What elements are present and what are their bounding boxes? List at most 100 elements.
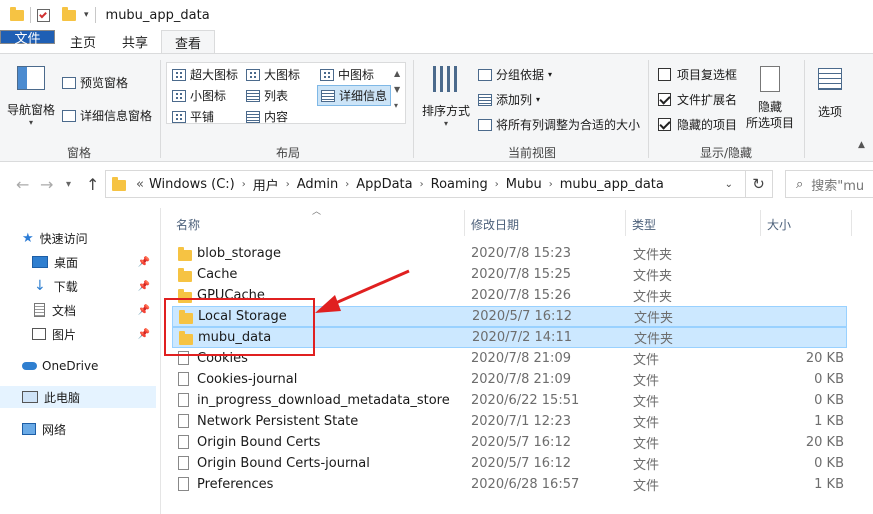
file-name: Cookies-journal [197,372,298,387]
options-button[interactable]: 选项 [810,64,850,129]
file-row-in-progress-download[interactable]: in_progress_download_metadata_store 2020… [172,390,847,411]
file-row-cookies-journal[interactable]: Cookies-journal 2020/7/8 21:09 文件 0 KB [172,369,847,390]
collapse-ribbon-icon[interactable]: ▲ [858,140,865,150]
refresh-button[interactable]: ↻ [745,170,773,198]
group-by-button[interactable]: 分组依据 ▾ [478,66,552,83]
tiles-icon [172,110,186,123]
properties-icon[interactable] [37,8,50,22]
folder-row-blob-storage[interactable]: blob_storage 2020/7/8 15:23 文件夹 [172,243,847,264]
layout-label: 小图标 [190,89,227,103]
address-dropdown-icon[interactable]: ⌄ [725,179,733,190]
forward-button[interactable]: → [40,175,53,194]
pin-icon[interactable]: 📌 [138,281,150,292]
item-checkboxes-toggle[interactable]: 项目复选框 [658,66,737,83]
tab-file[interactable]: 文件 [0,30,55,47]
column-name[interactable]: 名称 [176,216,200,233]
nav-this-pc[interactable]: 此电脑 [0,386,156,408]
file-row-origin-bound-certs[interactable]: Origin Bound Certs 2020/5/7 16:12 文件 20 … [172,432,847,453]
file-name: in_progress_download_metadata_store [197,393,450,408]
chevron-right-icon[interactable]: › [420,179,424,190]
layout-large-icons[interactable]: 大图标 [246,66,300,83]
file-row-preferences[interactable]: Preferences 2020/6/28 16:57 文件 1 KB [172,474,847,495]
nav-pane-button[interactable]: 导航窗格 ▾ [6,64,56,129]
cloud-icon [22,362,37,370]
nav-onedrive[interactable]: OneDrive [0,355,156,377]
hide-selected-button[interactable]: 隐藏 所选项目 [742,64,798,134]
column-date[interactable]: 修改日期 [471,216,519,233]
nav-documents[interactable]: 文档 📌 [0,299,156,321]
chevron-right-icon[interactable]: › [549,179,553,190]
item-checkboxes-label: 项目复选框 [677,68,738,82]
nav-network[interactable]: 网络 [0,418,156,440]
folder-icon [112,177,126,191]
layout-medium-icons[interactable]: 中图标 [320,66,374,83]
tab-view[interactable]: 查看 [161,30,216,53]
fit-columns-button[interactable]: 将所有列调整为合适的大小 [478,116,640,133]
hidden-items-checkbox[interactable] [658,118,671,131]
layout-details[interactable]: 详细信息 [317,85,392,106]
breadcrumb-drive[interactable]: Windows (C:) [149,177,235,192]
chevron-right-icon[interactable]: › [242,179,246,190]
chevron-right-icon[interactable]: › [345,179,349,190]
file-date: 2020/6/22 15:51 [471,393,580,408]
column-type[interactable]: 类型 [632,216,656,233]
file-row-origin-bound-certs-journal[interactable]: Origin Bound Certs-journal 2020/5/7 16:1… [172,453,847,474]
file-date: 2020/7/8 15:25 [471,267,571,282]
up-button[interactable]: ↑ [86,175,99,194]
nav-desktop[interactable]: 桌面 📌 [0,251,156,273]
breadcrumb-users[interactable]: 用户 [253,175,279,194]
details-pane-button[interactable]: 详细信息窗格 [62,107,152,124]
nav-pictures[interactable]: 图片 📌 [0,323,156,345]
sort-by-label: 排序方式 [421,104,470,118]
search-box[interactable]: ⌕ 搜索"mu [785,170,873,198]
folder-icon [10,6,24,21]
breadcrumb-mubu[interactable]: Mubu [506,177,542,192]
divider[interactable] [625,210,626,236]
divider[interactable] [851,210,852,236]
breadcrumb-roaming[interactable]: Roaming [431,177,488,192]
nav-downloads[interactable]: ↓ 下载 📌 [0,275,156,297]
breadcrumb-admin[interactable]: Admin [297,177,338,192]
divider[interactable] [464,210,465,236]
preview-pane-button[interactable]: 预览窗格 [62,74,128,91]
address-bar[interactable]: « Windows (C:) › 用户 › Admin › AppData › … [105,170,746,198]
pin-icon[interactable]: 📌 [138,257,150,268]
file-size: 20 KB [805,435,844,450]
layout-tiles[interactable]: 平铺 [172,108,214,125]
breadcrumb-mubu-app-data[interactable]: mubu_app_data [560,177,664,192]
layout-list[interactable]: 列表 [246,87,288,104]
overflow-chevron[interactable]: « [136,177,144,192]
pin-icon[interactable]: 📌 [138,329,150,340]
layout-extra-large-icons[interactable]: 超大图标 [172,66,238,83]
recent-locations-button[interactable]: ▾ [66,179,71,190]
breadcrumb-appdata[interactable]: AppData [356,177,412,192]
divider[interactable] [760,210,761,236]
pin-icon[interactable]: 📌 [138,305,150,316]
layout-scroll[interactable]: ▲ ▼ ▾ [394,66,400,114]
group-label-panes: 窗格 [67,146,92,160]
nav-quick-access[interactable]: ★ 快速访问 [0,227,156,249]
chevron-right-icon[interactable]: › [495,179,499,190]
back-button[interactable]: ← [16,175,29,194]
folder-row-cache[interactable]: Cache 2020/7/8 15:25 文件夹 [172,264,847,285]
folder-icon [178,247,192,261]
column-size[interactable]: 大小 [767,216,791,233]
chevron-right-icon[interactable]: › [286,179,290,190]
sort-by-button[interactable]: 排序方式 ▾ [420,64,472,129]
layout-content[interactable]: 内容 [246,108,288,125]
add-column-button[interactable]: 添加列 ▾ [478,91,540,108]
new-folder-icon[interactable] [62,6,76,21]
customize-qa-icon[interactable]: ▾ [84,10,89,20]
tab-share[interactable]: 共享 [109,30,161,53]
file-extensions-toggle[interactable]: 文件扩展名 [658,91,737,108]
file-row-network-persistent-state[interactable]: Network Persistent State 2020/7/1 12:23 … [172,411,847,432]
item-checkboxes-checkbox[interactable] [658,68,671,81]
tab-home[interactable]: 主页 [57,30,109,53]
file-date: 2020/5/7 16:12 [471,435,571,450]
hidden-items-toggle[interactable]: 隐藏的项目 [658,116,737,133]
group-label-layout: 布局 [276,146,301,160]
file-extensions-checkbox[interactable] [658,93,671,106]
file-icon [178,414,189,428]
layout-small-icons[interactable]: 小图标 [172,87,226,104]
file-date: 2020/7/8 15:23 [471,246,571,261]
